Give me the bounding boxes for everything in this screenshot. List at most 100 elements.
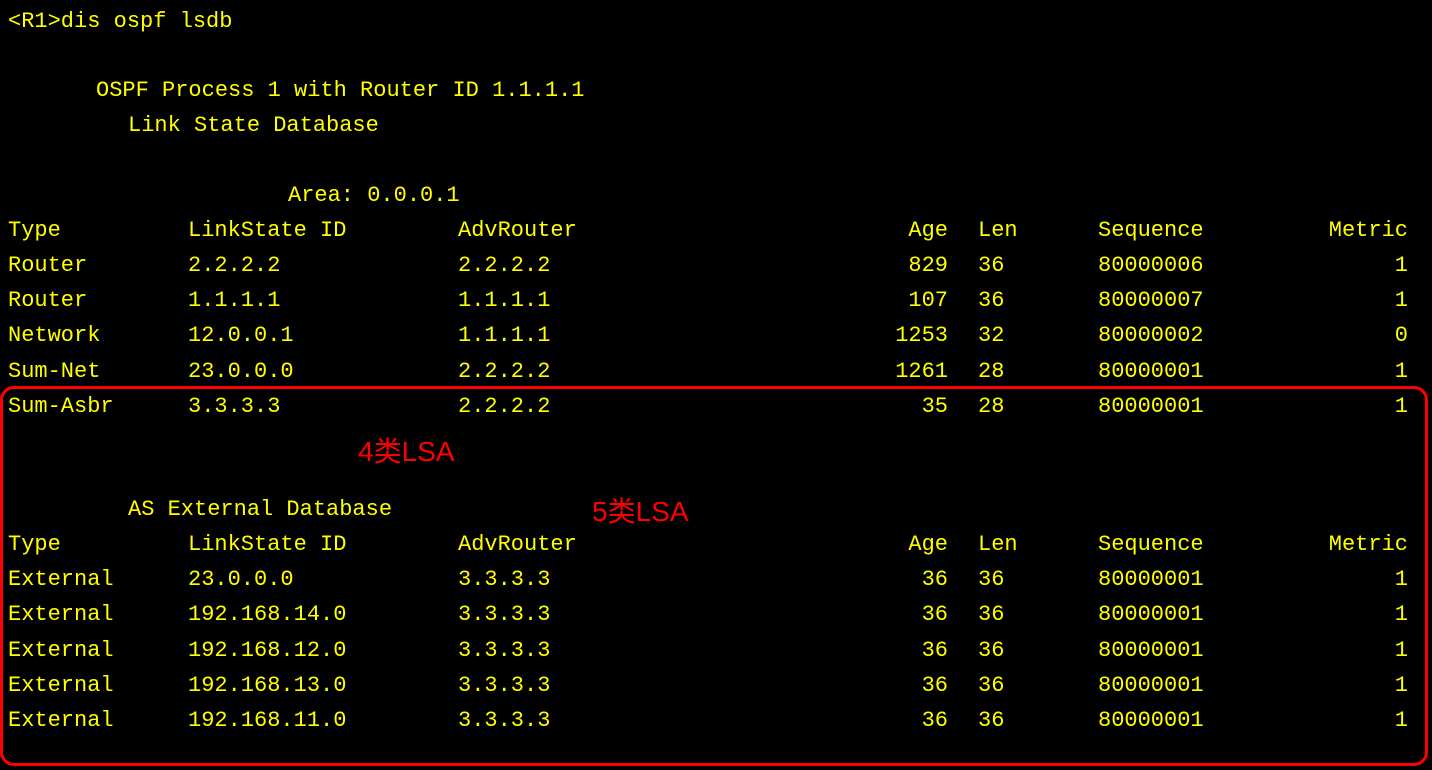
cell-seq: 80000007 bbox=[1068, 283, 1278, 318]
col-metric-header: Metric bbox=[1278, 527, 1408, 562]
cell-adv: 1.1.1.1 bbox=[458, 283, 858, 318]
cell-seq: 80000001 bbox=[1068, 354, 1278, 389]
cell-len: 36 bbox=[948, 668, 1068, 703]
lsdb-external-table: Type LinkState ID AdvRouter Age Len Sequ… bbox=[8, 527, 1408, 738]
cell-ls: 192.168.12.0 bbox=[188, 633, 458, 668]
cell-len: 36 bbox=[948, 283, 1068, 318]
cell-ls: 1.1.1.1 bbox=[188, 283, 458, 318]
table-row: Network12.0.0.11.1.1.1125332800000020 bbox=[8, 318, 1408, 353]
table-header-row: Type LinkState ID AdvRouter Age Len Sequ… bbox=[8, 213, 1408, 248]
cell-age: 36 bbox=[858, 562, 948, 597]
col-age-header: Age bbox=[858, 213, 948, 248]
cell-type: External bbox=[8, 668, 188, 703]
cell-age: 36 bbox=[858, 703, 948, 738]
cell-len: 36 bbox=[948, 248, 1068, 283]
col-type-header: Type bbox=[8, 527, 188, 562]
lsdb-title: Link State Database bbox=[8, 108, 1424, 143]
cell-len: 36 bbox=[948, 562, 1068, 597]
col-metric-header: Metric bbox=[1278, 213, 1408, 248]
cell-type: External bbox=[8, 562, 188, 597]
col-sequence-header: Sequence bbox=[1068, 213, 1278, 248]
table-row: Sum-Asbr3.3.3.32.2.2.23528800000011 bbox=[8, 389, 1408, 424]
cell-ls: 192.168.11.0 bbox=[188, 703, 458, 738]
cell-seq: 80000001 bbox=[1068, 633, 1278, 668]
table-row: External192.168.12.03.3.3.33636800000011 bbox=[8, 633, 1408, 668]
table-header-row: Type LinkState ID AdvRouter Age Len Sequ… bbox=[8, 527, 1408, 562]
cell-seq: 80000001 bbox=[1068, 668, 1278, 703]
cell-met: 1 bbox=[1278, 668, 1408, 703]
table-row: Router1.1.1.11.1.1.110736800000071 bbox=[8, 283, 1408, 318]
cell-ls: 12.0.0.1 bbox=[188, 318, 458, 353]
cell-seq: 80000001 bbox=[1068, 389, 1278, 424]
table-row: External192.168.13.03.3.3.33636800000011 bbox=[8, 668, 1408, 703]
table-row: Router2.2.2.22.2.2.282936800000061 bbox=[8, 248, 1408, 283]
cell-type: External bbox=[8, 633, 188, 668]
blank-line bbox=[8, 424, 1424, 458]
cell-met: 1 bbox=[1278, 283, 1408, 318]
cell-ls: 23.0.0.0 bbox=[188, 562, 458, 597]
cell-adv: 2.2.2.2 bbox=[458, 248, 858, 283]
col-linkstate-header: LinkState ID bbox=[188, 213, 458, 248]
cell-type: Sum-Net bbox=[8, 354, 188, 389]
cell-ls: 192.168.13.0 bbox=[188, 668, 458, 703]
table-row: External192.168.11.03.3.3.33636800000011 bbox=[8, 703, 1408, 738]
lsdb-area-table: Type LinkState ID AdvRouter Age Len Sequ… bbox=[8, 213, 1408, 424]
col-linkstate-header: LinkState ID bbox=[188, 527, 458, 562]
cell-type: Network bbox=[8, 318, 188, 353]
cell-age: 36 bbox=[858, 668, 948, 703]
cell-met: 1 bbox=[1278, 703, 1408, 738]
cell-met: 1 bbox=[1278, 633, 1408, 668]
cell-type: Router bbox=[8, 283, 188, 318]
annotation-lsa-type5: 5类LSA bbox=[592, 490, 689, 535]
cell-ls: 2.2.2.2 bbox=[188, 248, 458, 283]
cell-seq: 80000001 bbox=[1068, 703, 1278, 738]
table-row: Sum-Net23.0.0.02.2.2.2126128800000011 bbox=[8, 354, 1408, 389]
cell-adv: 3.3.3.3 bbox=[458, 633, 858, 668]
col-sequence-header: Sequence bbox=[1068, 527, 1278, 562]
cell-seq: 80000002 bbox=[1068, 318, 1278, 353]
cell-ls: 3.3.3.3 bbox=[188, 389, 458, 424]
cell-met: 1 bbox=[1278, 389, 1408, 424]
blank-line bbox=[8, 39, 1424, 73]
cell-adv: 3.3.3.3 bbox=[458, 597, 858, 632]
cell-ls: 23.0.0.0 bbox=[188, 354, 458, 389]
cell-age: 36 bbox=[858, 597, 948, 632]
cell-ls: 192.168.14.0 bbox=[188, 597, 458, 632]
cell-len: 36 bbox=[948, 597, 1068, 632]
cell-age: 35 bbox=[858, 389, 948, 424]
cell-seq: 80000006 bbox=[1068, 248, 1278, 283]
cell-met: 1 bbox=[1278, 354, 1408, 389]
cell-seq: 80000001 bbox=[1068, 562, 1278, 597]
col-type-header: Type bbox=[8, 213, 188, 248]
col-age-header: Age bbox=[858, 527, 948, 562]
col-advrouter-header: AdvRouter bbox=[458, 213, 858, 248]
cell-len: 36 bbox=[948, 633, 1068, 668]
annotation-lsa-type4: 4类LSA bbox=[358, 430, 455, 475]
cell-age: 1253 bbox=[858, 318, 948, 353]
cell-met: 1 bbox=[1278, 562, 1408, 597]
cell-met: 1 bbox=[1278, 248, 1408, 283]
blank-line bbox=[8, 144, 1424, 178]
cell-met: 1 bbox=[1278, 597, 1408, 632]
cell-type: Sum-Asbr bbox=[8, 389, 188, 424]
cell-age: 36 bbox=[858, 633, 948, 668]
col-len-header: Len bbox=[948, 527, 1068, 562]
table-row: External23.0.0.03.3.3.33636800000011 bbox=[8, 562, 1408, 597]
cell-adv: 3.3.3.3 bbox=[458, 562, 858, 597]
cell-adv: 2.2.2.2 bbox=[458, 354, 858, 389]
cell-adv: 3.3.3.3 bbox=[458, 703, 858, 738]
cell-age: 107 bbox=[858, 283, 948, 318]
cell-type: External bbox=[8, 597, 188, 632]
cell-age: 829 bbox=[858, 248, 948, 283]
cell-len: 28 bbox=[948, 389, 1068, 424]
table-row: External192.168.14.03.3.3.33636800000011 bbox=[8, 597, 1408, 632]
blank-line bbox=[8, 458, 1424, 492]
external-db-title: AS External Database bbox=[8, 492, 1424, 527]
area-header: Area: 0.0.0.1 bbox=[8, 178, 1424, 213]
cell-len: 32 bbox=[948, 318, 1068, 353]
cell-seq: 80000001 bbox=[1068, 597, 1278, 632]
cell-type: External bbox=[8, 703, 188, 738]
cell-adv: 2.2.2.2 bbox=[458, 389, 858, 424]
command-prompt: <R1>dis ospf lsdb bbox=[8, 4, 1424, 39]
cell-len: 28 bbox=[948, 354, 1068, 389]
